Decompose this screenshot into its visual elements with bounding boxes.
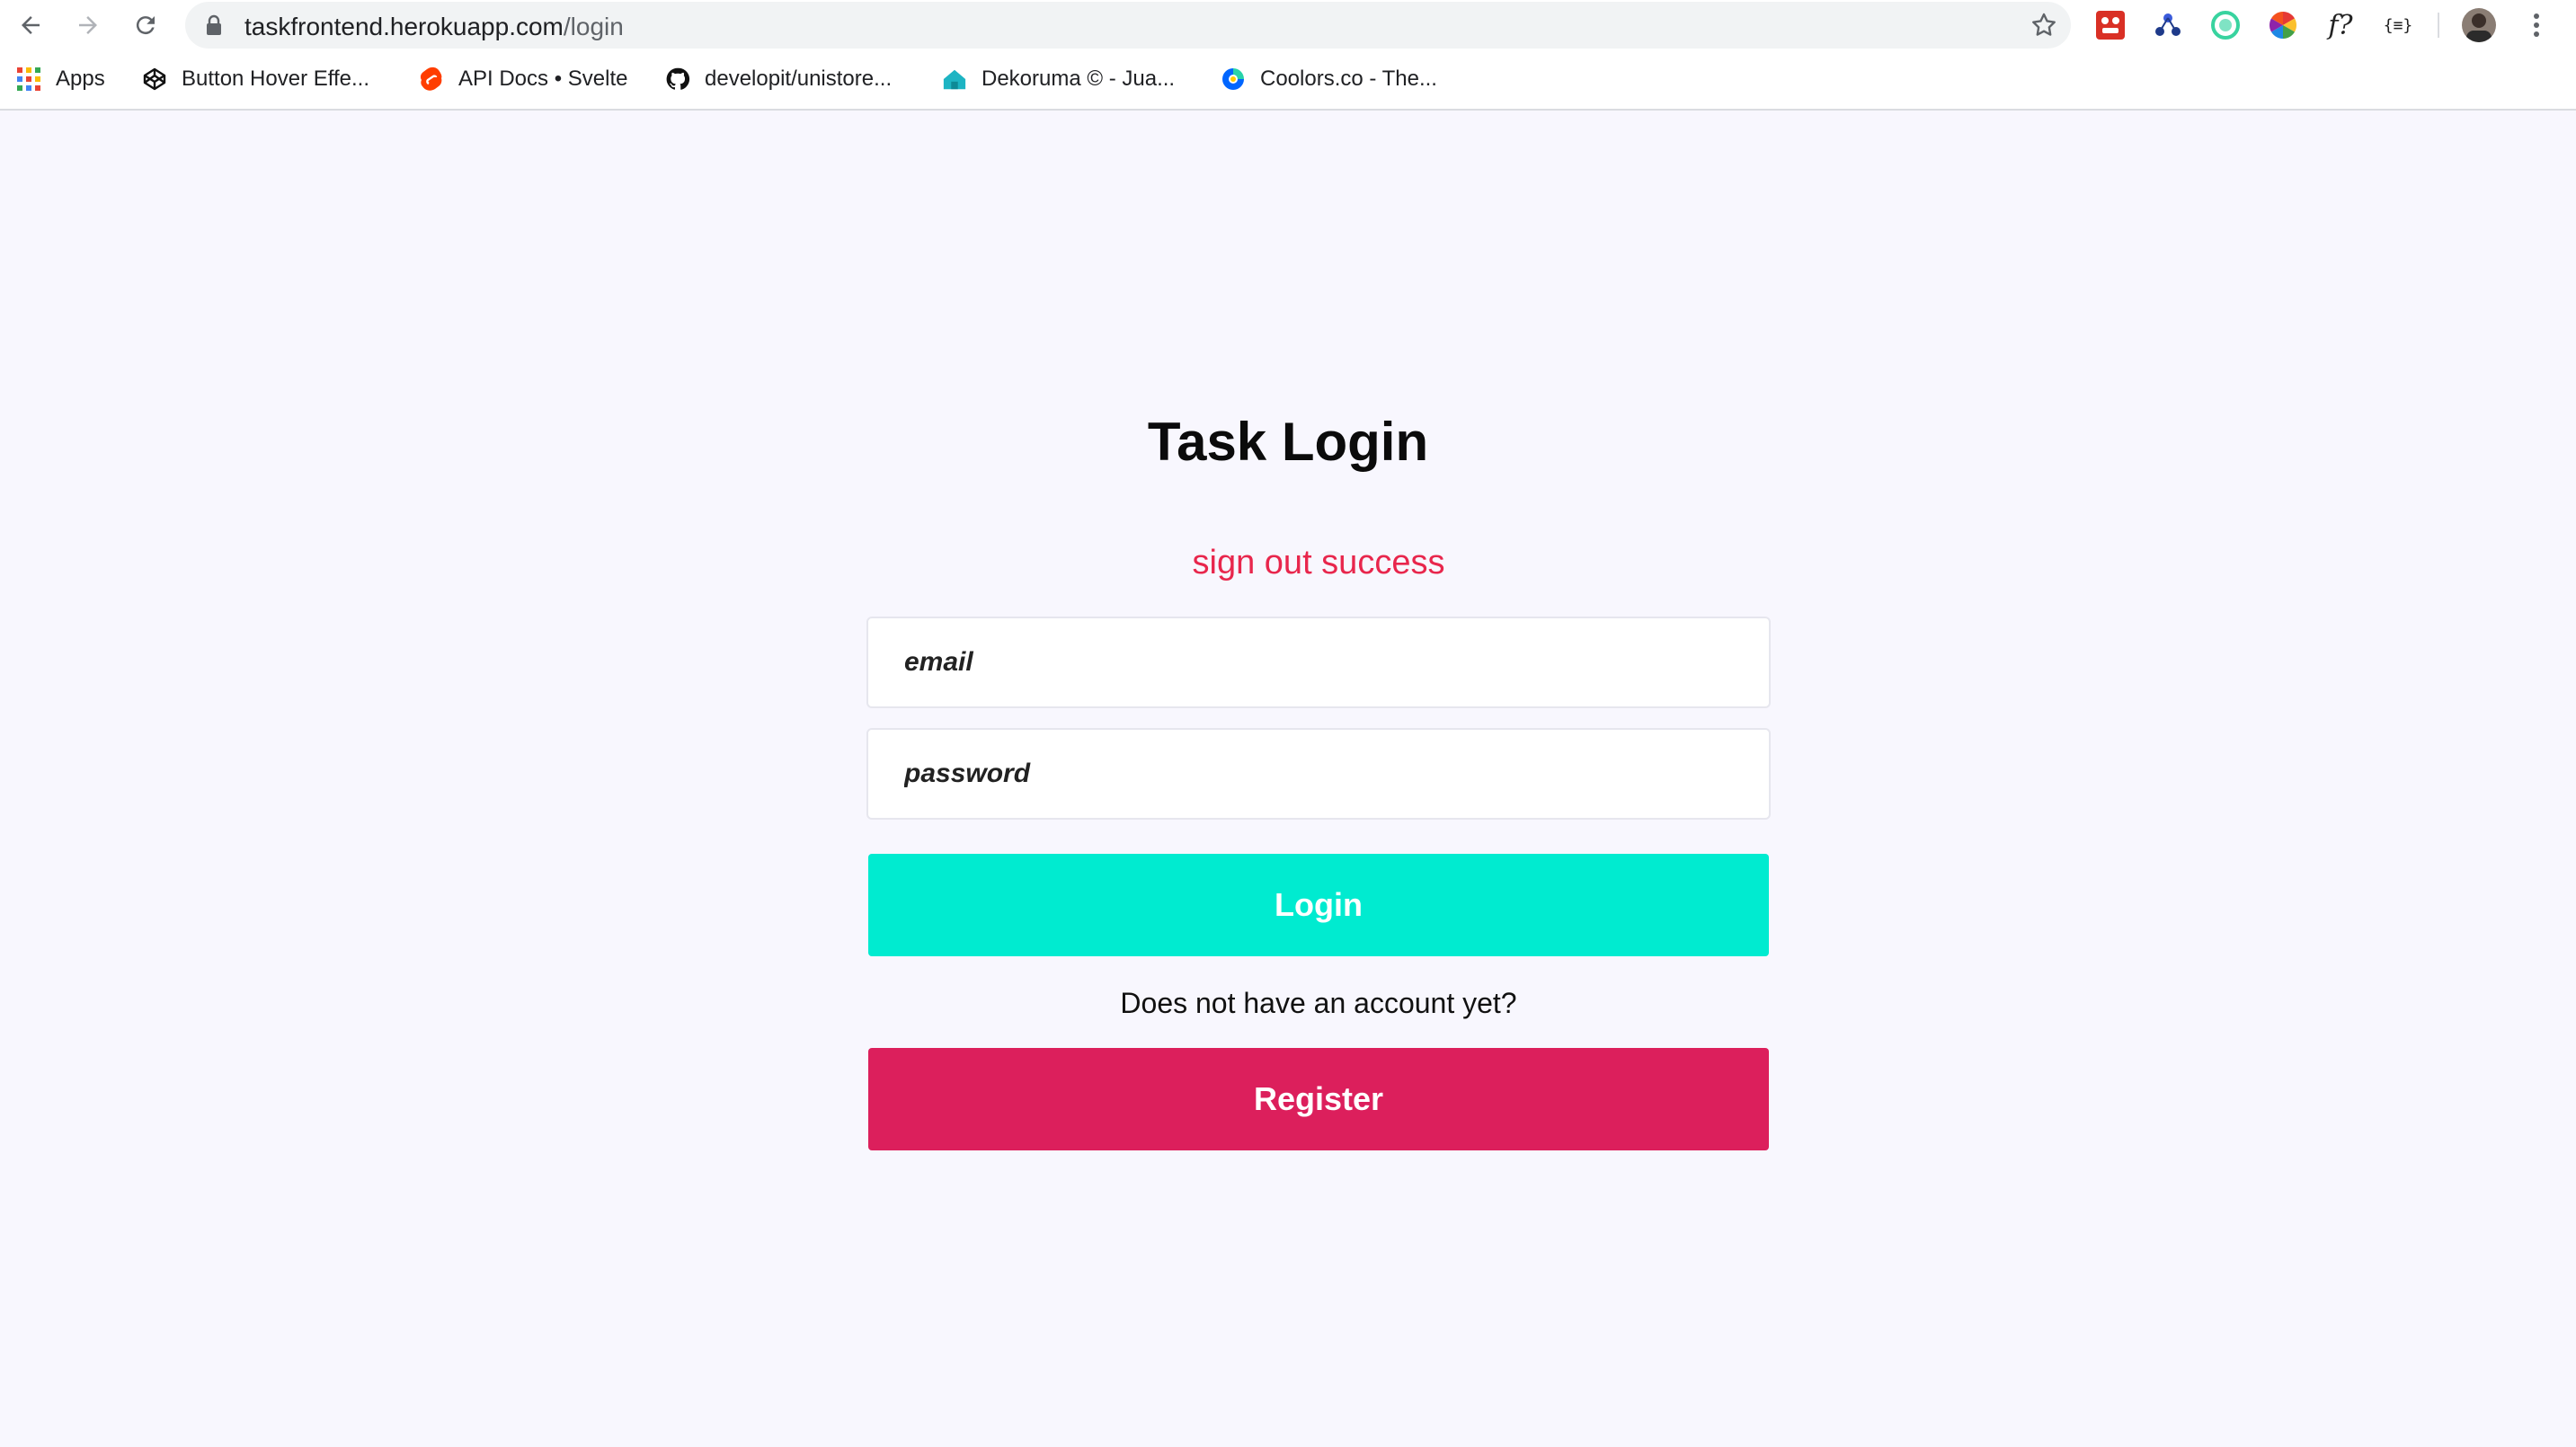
bookmark-label: Coolors.co - The... — [1260, 67, 1437, 91]
forward-button[interactable] — [68, 5, 108, 45]
bookmark-dekoruma[interactable]: Dekoruma © - Jua... — [942, 61, 1175, 97]
font-ext-glyph: f? — [2328, 9, 2353, 41]
arrow-right-icon — [79, 16, 97, 34]
status-message: sign out success — [1192, 544, 1445, 581]
arrow-left-icon — [22, 16, 40, 34]
back-button[interactable] — [11, 5, 50, 45]
url-text[interactable]: taskfrontend.herokuapp.com/login — [244, 13, 624, 41]
no-account-prompt: Does not have an account yet? — [1120, 987, 1517, 1019]
profile-avatar[interactable] — [2461, 7, 2497, 43]
bookmark-button-hover[interactable]: Button Hover Effe... — [142, 61, 369, 97]
lock-icon — [207, 14, 221, 35]
bookmark-coolors[interactable]: Coolors.co - The... — [1221, 61, 1437, 97]
bookmark-label: Apps — [56, 67, 105, 91]
codepen-icon — [142, 67, 167, 92]
bookmark-star-icon[interactable] — [2030, 11, 2058, 40]
dekoruma-house-icon — [942, 67, 967, 92]
password-field[interactable] — [866, 728, 1771, 820]
bookmarks-bar: Apps Button Hover Effe... API Docs • Sve… — [0, 61, 2576, 97]
bookmark-label: developit/unistore... — [705, 67, 893, 91]
extension-nodes-icon[interactable] — [2150, 7, 2186, 43]
extension-red-icon[interactable] — [2092, 7, 2128, 43]
url-host: taskfrontend.herokuapp.com — [244, 13, 564, 40]
page-title: Task Login — [1147, 412, 1429, 472]
register-button[interactable]: Register — [868, 1048, 1769, 1150]
json-ext-glyph: {≡} — [2383, 15, 2413, 35]
github-icon — [665, 67, 690, 92]
reload-button[interactable] — [126, 5, 165, 45]
reload-icon — [136, 16, 155, 35]
browser-menu-icon[interactable] — [2518, 7, 2554, 43]
bookmark-svelte-docs[interactable]: API Docs • Svelte — [419, 61, 627, 97]
bookmark-label: Dekoruma © - Jua... — [982, 67, 1176, 91]
address-bar[interactable]: taskfrontend.herokuapp.com/login — [185, 2, 2071, 49]
toolbar-divider — [2438, 13, 2439, 38]
browser-chrome: taskfrontend.herokuapp.com/login f? {≡} — [0, 0, 2576, 111]
bookmark-label: Button Hover Effe... — [182, 67, 370, 91]
extension-json-icon[interactable]: {≡} — [2380, 7, 2416, 43]
extension-font-icon[interactable]: f? — [2323, 7, 2358, 43]
bookmark-label: API Docs • Svelte — [458, 67, 628, 91]
bookmark-apps[interactable]: Apps — [16, 61, 105, 97]
apps-grid-icon — [16, 67, 41, 92]
login-button[interactable]: Login — [868, 854, 1769, 956]
email-field[interactable] — [866, 617, 1771, 708]
coolors-icon — [1221, 67, 1246, 92]
extension-ring-icon[interactable] — [2207, 7, 2243, 43]
svelte-icon — [419, 67, 444, 92]
url-path: /login — [563, 13, 624, 40]
extension-color-wheel-icon[interactable] — [2265, 7, 2301, 43]
bookmark-unistore[interactable]: developit/unistore... — [665, 61, 892, 97]
